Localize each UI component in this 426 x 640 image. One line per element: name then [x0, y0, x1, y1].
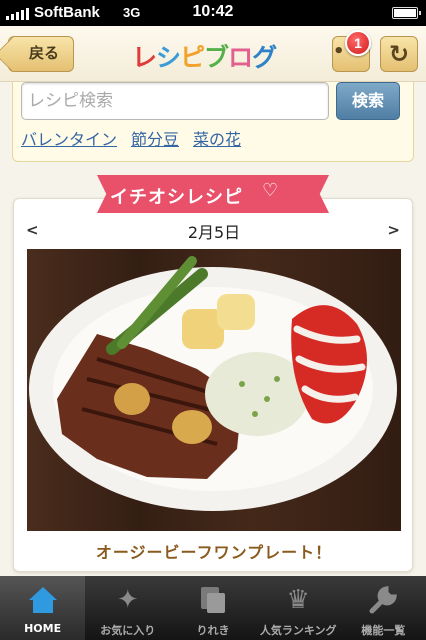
featured-recipe-card: < 2月5日 > オージービーフワンプレート！ [13, 198, 413, 572]
wrench-icon [341, 582, 426, 618]
tab-label: 人気ランキング [259, 624, 337, 637]
tab-label: HOME [24, 622, 62, 635]
logo-char: ピ [180, 43, 205, 72]
tab-home[interactable]: HOME [0, 576, 86, 640]
clock: 10:42 [192, 3, 234, 20]
recipe-title[interactable]: オージービーフワンプレート！ [14, 539, 414, 563]
search-button[interactable]: 検索 [336, 82, 400, 120]
notification-badge: 1 [345, 30, 371, 56]
search-input[interactable] [21, 82, 329, 120]
back-button-label: 戻る [29, 45, 60, 62]
battery-icon [392, 7, 421, 19]
app-logo: レシピブログ [132, 38, 296, 72]
tab-features[interactable]: 機能一覧 [341, 576, 426, 640]
next-arrow[interactable]: > [387, 221, 400, 239]
home-icon [0, 582, 85, 618]
status-bar: SoftBank 3G 10:42 [0, 0, 426, 26]
recipe-photo[interactable] [27, 249, 401, 531]
reload-icon: ↻ [388, 40, 410, 68]
sparkle-icon: ✦ [116, 585, 139, 615]
keyword-link[interactable]: 菜の花 [193, 126, 241, 150]
tab-bar: HOME ✦ お気に入り りれき ♛ 人気ランキング 機能一覧 [0, 576, 426, 640]
back-button[interactable]: 戻る [8, 36, 74, 72]
tab-favorites[interactable]: ✦ お気に入り [85, 576, 170, 640]
keyword-link[interactable]: バレンタイン [21, 126, 117, 150]
reload-button[interactable]: ↻ [380, 36, 418, 72]
tab-label: お気に入り [100, 624, 156, 637]
logo-char: ロ [228, 43, 253, 72]
logo-char: ブ [204, 43, 229, 72]
recipe-date: 2月5日 [187, 223, 241, 242]
tab-ranking[interactable]: ♛ 人気ランキング [256, 576, 341, 640]
crown-icon: ♛ [286, 585, 310, 615]
featured-ribbon-label: イチオシレシピ [110, 187, 243, 208]
cutlery-icon: ♡ [262, 180, 279, 201]
search-panel: 検索 バレンタイン 節分豆 菜の花 [12, 82, 414, 162]
history-icon [170, 582, 255, 618]
tab-history[interactable]: りれき [170, 576, 255, 640]
logo-char: レ [132, 43, 157, 72]
keyword-links: バレンタイン 節分豆 菜の花 [21, 126, 241, 150]
tab-label: りれき [196, 624, 230, 637]
tab-label: 機能一覧 [361, 624, 406, 637]
logo-char: シ [156, 43, 181, 72]
keyword-link[interactable]: 節分豆 [131, 126, 179, 150]
logo-char: グ [252, 43, 277, 72]
